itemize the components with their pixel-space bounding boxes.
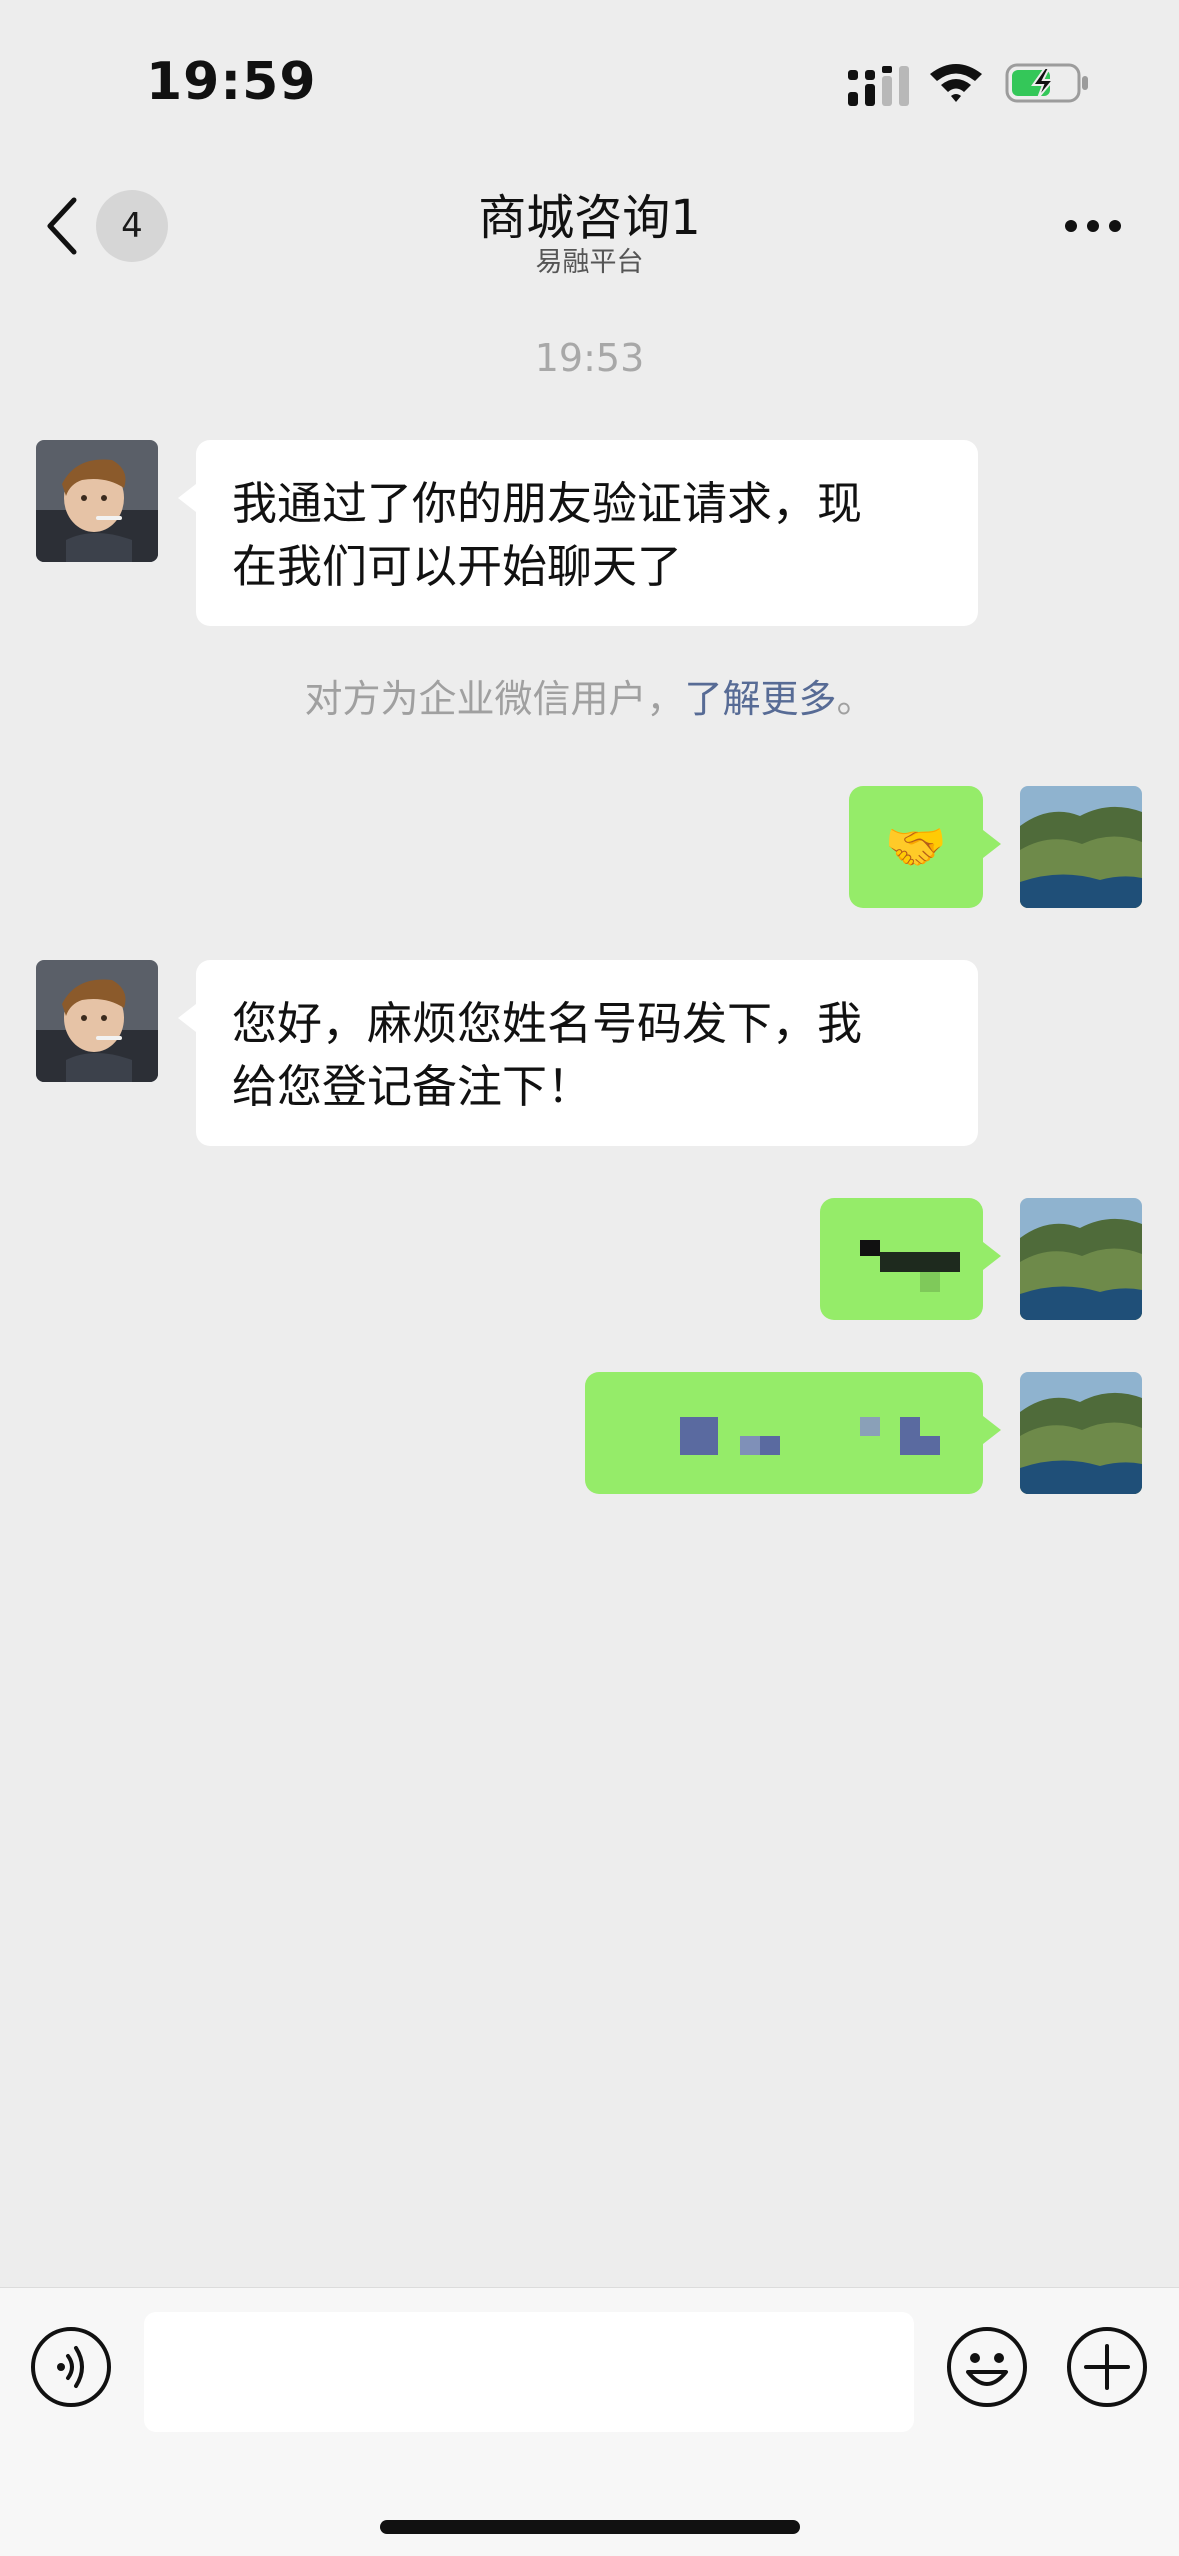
system-note-suffix: 。: [836, 677, 875, 721]
system-note-text: 对方为企业微信用户，: [304, 677, 685, 721]
chat-screen: 19:59 4 商城咨询1 易融平台 19:53 我通过了你的朋友验证请求，现 …: [0, 0, 1179, 2556]
voice-wave-icon[interactable]: [30, 2326, 112, 2408]
message-bubble-outgoing-redacted[interactable]: [585, 1372, 1001, 1494]
cellular-signal-icon: [848, 66, 909, 106]
my-avatar[interactable]: [1020, 786, 1142, 908]
redaction-pixel: [880, 1252, 960, 1272]
message-bubble-outgoing-redacted[interactable]: [820, 1198, 1001, 1320]
learn-more-link[interactable]: 了解更多: [684, 677, 836, 721]
redaction-pixel: [680, 1417, 718, 1455]
input-bar: [0, 2287, 1179, 2556]
smiley-icon[interactable]: [946, 2326, 1028, 2408]
my-avatar[interactable]: [1020, 1198, 1142, 1320]
message-input[interactable]: [144, 2312, 914, 2432]
contact-avatar[interactable]: [36, 960, 158, 1082]
message-timestamp: 19:53: [534, 336, 645, 380]
plus-circle-icon[interactable]: [1066, 2326, 1148, 2408]
chat-subtitle: 易融平台: [535, 247, 644, 278]
message-line: 我通过了你的朋友验证请求，现: [232, 477, 863, 530]
message-line: 给您登记备注下！: [232, 1060, 593, 1113]
home-indicator[interactable]: [380, 2520, 800, 2534]
handshake-emoji: 🤝: [884, 818, 948, 876]
message-bubble-incoming[interactable]: 我通过了你的朋友验证请求，现 在我们可以开始聊天了: [178, 440, 978, 626]
redaction-pixel: [860, 1240, 880, 1256]
status-bar: [0, 0, 1179, 150]
redaction-pixel: [920, 1272, 940, 1292]
message-line: 在我们可以开始聊天了: [232, 540, 683, 593]
message-line: 您好，麻烦您姓名号码发下，我: [232, 997, 863, 1050]
redaction-pixel: [900, 1417, 920, 1436]
more-dots-icon[interactable]: [1064, 218, 1122, 234]
battery-charging-icon: [1005, 63, 1088, 103]
chat-title: 商城咨询1: [478, 190, 701, 246]
wifi-icon: [930, 64, 982, 102]
contact-avatar[interactable]: [36, 440, 158, 562]
redaction-pixel: [900, 1436, 940, 1455]
redaction-pixel: [740, 1436, 760, 1455]
my-avatar[interactable]: [1020, 1372, 1142, 1494]
redaction-pixel: [860, 1417, 880, 1436]
system-note: 对方为企业微信用户，了解更多。: [0, 668, 1179, 723]
redaction-pixel: [760, 1436, 780, 1455]
message-bubble-incoming[interactable]: 您好，麻烦您姓名号码发下，我 给您登记备注下！: [178, 960, 978, 1146]
message-bubble-outgoing[interactable]: 🤝: [849, 786, 1001, 908]
